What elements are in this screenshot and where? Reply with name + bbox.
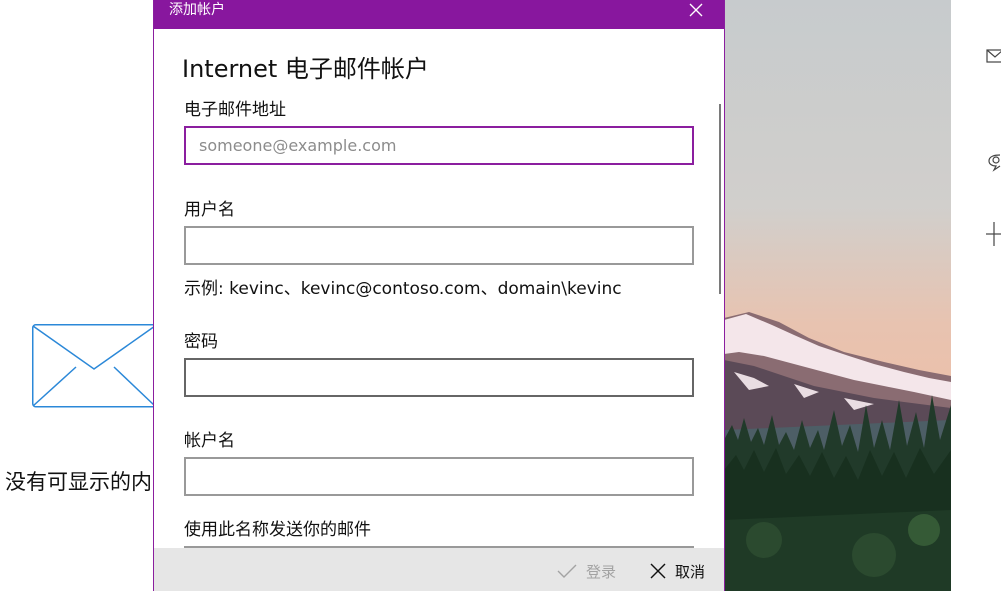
cancel-button[interactable]: 取消 [650,560,705,582]
account-name-label: 帐户名 [184,431,235,451]
dialog-heading: Internet 电子邮件帐户 [182,55,429,83]
username-label: 用户名 [184,200,235,220]
envelope-icon [32,324,157,408]
cancel-button-label: 取消 [675,562,706,581]
password-label: 密码 [184,332,218,352]
mail-icon[interactable] [986,46,1001,66]
chat-icon[interactable] [986,150,1001,172]
dialog-scrollbar[interactable] [719,104,721,294]
right-rail [951,0,1001,591]
username-field[interactable] [184,226,694,265]
background-landscape [724,0,951,591]
dialog-title: 添加帐户 [169,2,225,18]
close-icon [650,563,666,579]
dialog-titlebar: 添加帐户 [154,0,724,29]
empty-message: 没有可显示的内 [5,470,152,494]
email-field[interactable] [184,126,694,165]
add-account-dialog: 添加帐户 Internet 电子邮件帐户 电子邮件地址 用户名 示例: kevi… [153,0,725,591]
mail-empty-pane: 没有可显示的内 [0,0,157,591]
dialog-footer: 登录 取消 [154,548,724,591]
close-icon[interactable] [688,2,704,18]
account-name-field[interactable] [184,457,694,496]
login-button-label: 登录 [586,562,617,581]
plus-icon[interactable] [986,222,1001,246]
send-name-label: 使用此名称发送你的邮件 [184,520,371,540]
password-field[interactable] [184,358,694,397]
login-button[interactable]: 登录 [557,560,616,582]
username-hint: 示例: kevinc、kevinc@contoso.com、domain\kev… [184,279,622,299]
email-label: 电子邮件地址 [184,100,286,120]
checkmark-icon [557,564,577,578]
